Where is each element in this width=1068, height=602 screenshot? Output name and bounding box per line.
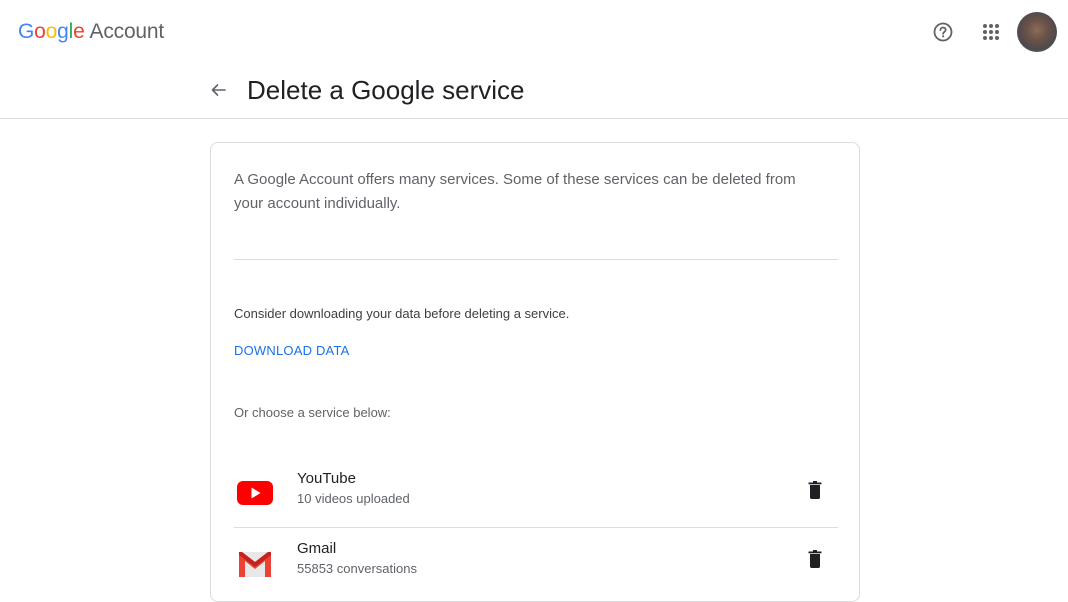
service-row-youtube[interactable]: YouTube 10 videos uploaded <box>211 463 861 527</box>
divider <box>234 527 838 528</box>
help-button[interactable] <box>931 20 955 44</box>
logo-letter: G <box>18 20 35 43</box>
trash-icon <box>808 481 822 499</box>
google-account-logo[interactable]: Google Account <box>18 19 164 45</box>
download-hint: Consider downloading your data before de… <box>234 306 570 321</box>
trash-icon <box>808 550 822 568</box>
apps-grid-icon <box>983 24 999 40</box>
service-name: Gmail <box>297 540 337 557</box>
page-title: Delete a Google service <box>247 75 525 105</box>
help-icon <box>933 22 953 42</box>
youtube-icon <box>237 481 273 505</box>
download-data-link[interactable]: DOWNLOAD DATA <box>234 342 350 360</box>
divider <box>234 259 838 260</box>
logo-letter: o <box>34 20 46 43</box>
service-row-gmail[interactable]: Gmail 55853 conversations <box>211 533 861 597</box>
intro-text: A Google Account offers many services. S… <box>234 171 796 212</box>
service-name: YouTube <box>297 470 356 487</box>
delete-gmail-button[interactable] <box>803 547 827 571</box>
gmail-icon <box>239 552 271 577</box>
logo-letter: o <box>45 20 58 43</box>
service-detail: 10 videos uploaded <box>297 491 410 506</box>
arrow-back-icon <box>211 84 226 96</box>
page-header: Delete a Google service <box>0 64 1068 119</box>
service-detail: 55853 conversations <box>297 561 417 576</box>
logo-letter: g <box>57 20 69 43</box>
delete-youtube-button[interactable] <box>803 478 827 502</box>
logo-suffix: Account <box>89 20 165 43</box>
apps-button[interactable] <box>979 20 1003 44</box>
avatar[interactable] <box>1017 12 1057 52</box>
back-button[interactable] <box>206 78 230 102</box>
delete-service-card: A Google Account offers many services. S… <box>210 142 860 602</box>
choose-service-label: Or choose a service below: <box>234 405 391 420</box>
top-bar: Google Account <box>0 0 1068 64</box>
logo-letter: e <box>73 20 85 43</box>
